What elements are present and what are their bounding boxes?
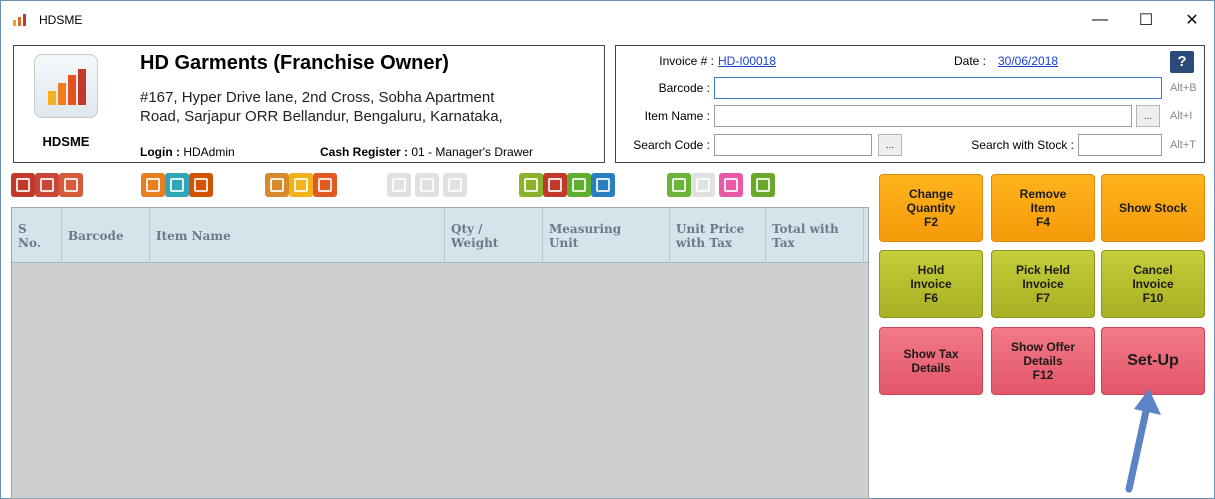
code-icon[interactable] <box>691 173 715 197</box>
date-label: Date : <box>954 54 987 68</box>
pick-held-invoice-button[interactable]: Pick Held Invoice F7 <box>991 250 1095 318</box>
column-header-total[interactable]: Total with Tax <box>766 208 864 263</box>
barcode-hotkey: Alt+B <box>1170 82 1197 94</box>
cart-icon[interactable] <box>165 173 189 197</box>
item-name-label: Item Name : <box>644 109 710 123</box>
delivery-icon[interactable] <box>189 173 213 197</box>
invoice-items-table: S No. Barcode Item Name Qty / Weight Measuri… <box>11 207 869 499</box>
window-title: HDSME <box>39 13 83 27</box>
clear-icon[interactable] <box>443 173 467 197</box>
customer-add-icon[interactable] <box>35 173 59 197</box>
barcode-label: Barcode : <box>658 81 710 95</box>
apps-grid-icon[interactable] <box>591 173 615 197</box>
app-window: HDSME — ☐ ✕ HDSME HD Garments (Franchise… <box>0 0 1215 499</box>
cash-register-icon[interactable] <box>567 173 591 197</box>
address-line-1: #167, Hyper Drive lane, 2nd Cross, Sobha… <box>140 89 495 106</box>
column-header-sno[interactable]: S No. <box>12 208 62 263</box>
search-code-label: Search Code : <box>633 138 710 152</box>
item-name-input[interactable] <box>714 105 1132 127</box>
minimize-button[interactable]: — <box>1077 7 1123 33</box>
show-tax-details-button[interactable]: Show Tax Details <box>879 327 983 395</box>
column-header-price[interactable]: Unit Price with Tax <box>670 208 766 263</box>
user-icon[interactable] <box>667 173 691 197</box>
key-icon[interactable] <box>719 173 743 197</box>
show-stock-button[interactable]: Show Stock <box>1101 174 1205 242</box>
logo-bars-icon <box>48 69 88 105</box>
title-bar: HDSME — ☐ ✕ <box>1 1 1214 39</box>
login-label: Login : <box>140 145 180 159</box>
set-up-button[interactable]: Set-Up <box>1101 327 1205 395</box>
search-stock-hotkey: Alt+T <box>1170 139 1196 151</box>
checklist-icon[interactable] <box>387 173 411 197</box>
search-code-browse-button[interactable]: ... <box>878 134 902 156</box>
edit-note-icon[interactable] <box>289 173 313 197</box>
app-icon <box>13 14 27 26</box>
toolbar <box>11 173 871 201</box>
hold-invoice-button[interactable]: Hold Invoice F6 <box>879 250 983 318</box>
column-header-barcode[interactable]: Barcode <box>62 208 150 263</box>
column-header-unit[interactable]: Measuring Unit <box>543 208 670 263</box>
currency-notes-icon[interactable] <box>543 173 567 197</box>
cancel-invoice-button[interactable]: Cancel Invoice F10 <box>1101 250 1205 318</box>
invoice-number-link[interactable]: HD-I00018 <box>718 54 776 68</box>
barcode-input[interactable] <box>714 77 1162 99</box>
disc-icon[interactable] <box>415 173 439 197</box>
cash-register-label: Cash Register : <box>320 145 409 159</box>
close-button[interactable]: ✕ <box>1169 7 1215 33</box>
maximize-button[interactable]: ☐ <box>1123 7 1169 33</box>
cash-register-info: Cash Register : 01 - Manager's Drawer <box>320 145 533 159</box>
company-address: #167, Hyper Drive lane, 2nd Cross, Sobha… <box>140 88 600 126</box>
hdsme-logo <box>34 54 98 118</box>
cash-register-value: 01 - Manager's Drawer <box>411 145 534 159</box>
table-header: S No. Barcode Item Name Qty / Weight Measuri… <box>12 208 868 263</box>
address-line-2: Road, Sarjapur ORR Bellandur, Bengaluru,… <box>140 108 503 125</box>
invoice-number-label: Invoice # : <box>659 54 714 68</box>
customer-export-icon[interactable] <box>59 173 83 197</box>
return-icon[interactable] <box>313 173 337 197</box>
search-stock-input[interactable] <box>1078 134 1162 156</box>
logo-caption: HDSME <box>42 134 90 149</box>
login-info: Login : HDAdmin <box>140 145 235 159</box>
show-offer-details-button[interactable]: Show Offer Details F12 <box>991 327 1095 395</box>
company-panel: HDSME HD Garments (Franchise Owner) #167… <box>13 45 605 163</box>
customer-icon[interactable] <box>11 173 35 197</box>
item-name-browse-button[interactable]: ... <box>1136 105 1160 127</box>
item-name-hotkey: Alt+I <box>1170 110 1193 122</box>
notes-edit-icon[interactable] <box>141 173 165 197</box>
remove-item-button[interactable]: Remove Item F4 <box>991 174 1095 242</box>
calculator-icon[interactable] <box>519 173 543 197</box>
help-icon[interactable]: ? <box>1170 51 1194 73</box>
company-name: HD Garments (Franchise Owner) <box>140 52 449 74</box>
column-header-qty[interactable]: Qty / Weight <box>445 208 543 263</box>
search-stock-label: Search with Stock : <box>971 138 1074 152</box>
search-code-input[interactable] <box>714 134 872 156</box>
change-quantity-button[interactable]: Change Quantity F2 <box>879 174 983 242</box>
invoice-panel: Invoice # : HD-I00018 Date : 30/06/2018 … <box>615 45 1205 163</box>
date-link[interactable]: 30/06/2018 <box>998 54 1058 68</box>
login-value: HDAdmin <box>183 145 235 159</box>
settings-gear-icon[interactable] <box>751 173 775 197</box>
column-header-item-name[interactable]: Item Name <box>150 208 445 263</box>
coupon-icon[interactable] <box>265 173 289 197</box>
